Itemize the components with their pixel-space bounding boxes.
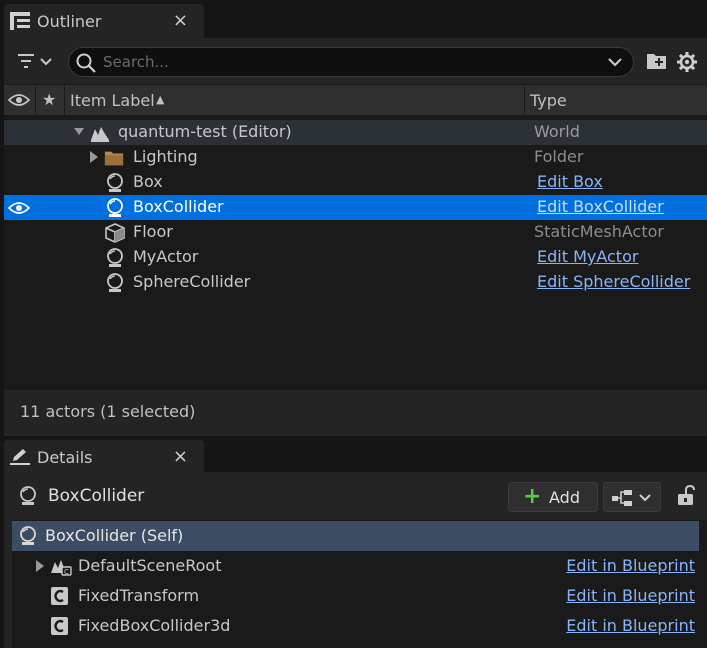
component-label: DefaultSceneRoot [78,556,222,575]
row-label: Floor [133,222,173,241]
outliner-tab-strip: Outliner × [0,0,707,42]
search-box[interactable] [68,47,634,77]
header-separator [64,85,65,117]
header-separator [35,85,36,117]
details-tab-strip: Details × [0,436,707,474]
edit-in-blueprint-link[interactable]: Edit in Blueprint [566,586,695,605]
edit-in-blueprint-link[interactable]: Edit in Blueprint [566,616,695,635]
tree-row-spherecollider[interactable]: SphereCollider Edit SphereCollider [4,270,707,295]
search-icon [76,53,96,73]
svg-text:C: C [64,568,69,576]
component-label: FixedBoxCollider3d [78,616,231,635]
actor-icon [107,248,123,267]
edit-box-link[interactable]: Edit Box [537,172,603,191]
blueprint-options-button[interactable] [603,482,661,512]
details-close-icon[interactable]: × [173,446,188,467]
outliner-tab[interactable]: Outliner × [4,4,204,38]
world-icon [91,127,109,142]
details-panel: BoxCollider + Add BoxCollider (Self) C D… [4,472,707,648]
add-folder-icon[interactable] [646,52,668,70]
outliner-toolbar [4,38,707,84]
outliner-status-bar: 11 actors (1 selected) [4,390,707,436]
header-separator [524,85,525,117]
component-row-self[interactable]: BoxCollider (Self) [12,521,699,551]
hierarchy-chevron-icon [612,490,651,506]
plus-icon: + [523,484,542,509]
eye-icon[interactable] [8,201,30,215]
folder-icon [104,151,124,166]
static-mesh-icon [105,223,125,243]
tree-row-boxcollider[interactable]: BoxCollider Edit BoxCollider [4,195,707,220]
actor-icon [107,198,123,217]
actor-icon [107,173,123,192]
component-row-fixedboxcollider3d[interactable]: FixedBoxCollider3d Edit in Blueprint [12,611,699,641]
row-label: quantum-test (Editor) [118,122,292,141]
actor-icon [107,273,123,292]
edit-spherecollider-link[interactable]: Edit SphereCollider [537,272,690,291]
sort-ascending-icon[interactable]: ▲ [156,93,164,106]
component-label: BoxCollider (Self) [45,526,184,545]
component-icon [51,587,68,605]
row-type: World [534,122,580,141]
add-button-label: Add [549,488,580,507]
outliner-close-icon[interactable]: × [173,10,188,31]
details-tab-title: Details [37,447,93,467]
tree-row-floor[interactable]: Floor StaticMeshActor [4,220,707,245]
edit-boxcollider-link[interactable]: Edit BoxCollider [537,197,664,216]
expand-right-icon[interactable] [90,151,98,163]
component-icon [51,617,68,635]
edit-myactor-link[interactable]: Edit MyActor [537,247,638,266]
details-pencil-icon [10,449,30,465]
component-row-fixedtransform[interactable]: FixedTransform Edit in Blueprint [12,581,699,611]
filter-icon [18,54,52,68]
outliner-panel: ★ Item Label ▲ Type quantum-test (Editor… [4,38,707,436]
tree-row-world[interactable]: quantum-test (Editor) World [4,120,707,145]
tree-row-lighting[interactable]: Lighting Folder [4,145,707,170]
row-label: SphereCollider [133,272,251,291]
visibility-column-eye-icon[interactable] [8,93,30,107]
component-row-defaultsceneroot[interactable]: C DefaultSceneRoot Edit in Blueprint [12,551,699,581]
row-type: StaticMeshActor [534,222,664,241]
selected-actor-name: BoxCollider [48,486,145,506]
outliner-column-header: ★ Item Label ▲ Type [4,84,707,117]
row-label: Box [133,172,163,191]
search-input[interactable] [103,52,603,72]
actor-icon [20,526,36,545]
tree-row-box[interactable]: Box Edit Box [4,170,707,195]
edit-in-blueprint-link[interactable]: Edit in Blueprint [566,556,695,575]
pin-column-star-icon[interactable]: ★ [42,90,56,109]
tree-row-myactor[interactable]: MyActor Edit MyActor [4,245,707,270]
row-type: Folder [534,147,584,166]
actor-icon [20,486,36,505]
add-component-button[interactable]: + Add [508,482,598,512]
actor-count-status: 11 actors (1 selected) [20,402,196,421]
outliner-icon [10,12,30,30]
filter-button[interactable] [14,50,58,74]
unlock-icon[interactable] [676,485,696,507]
scene-component-icon: C [51,560,72,576]
outliner-tab-title: Outliner [37,11,102,31]
item-label-column-header[interactable]: Item Label [70,91,155,110]
expand-right-icon[interactable] [36,560,44,572]
outliner-tree: quantum-test (Editor) World Lighting Fol… [4,116,707,390]
row-label: BoxCollider [133,197,224,216]
row-label: MyActor [133,247,199,266]
details-tab[interactable]: Details × [4,440,204,474]
search-dropdown-chevron-icon[interactable] [607,57,623,69]
component-label: FixedTransform [78,586,200,605]
gear-icon[interactable] [676,51,698,73]
component-tree: BoxCollider (Self) C DefaultSceneRoot Ed… [12,520,707,648]
type-column-header[interactable]: Type [530,91,567,110]
expand-down-icon[interactable] [74,128,84,136]
row-label: Lighting [133,147,198,166]
